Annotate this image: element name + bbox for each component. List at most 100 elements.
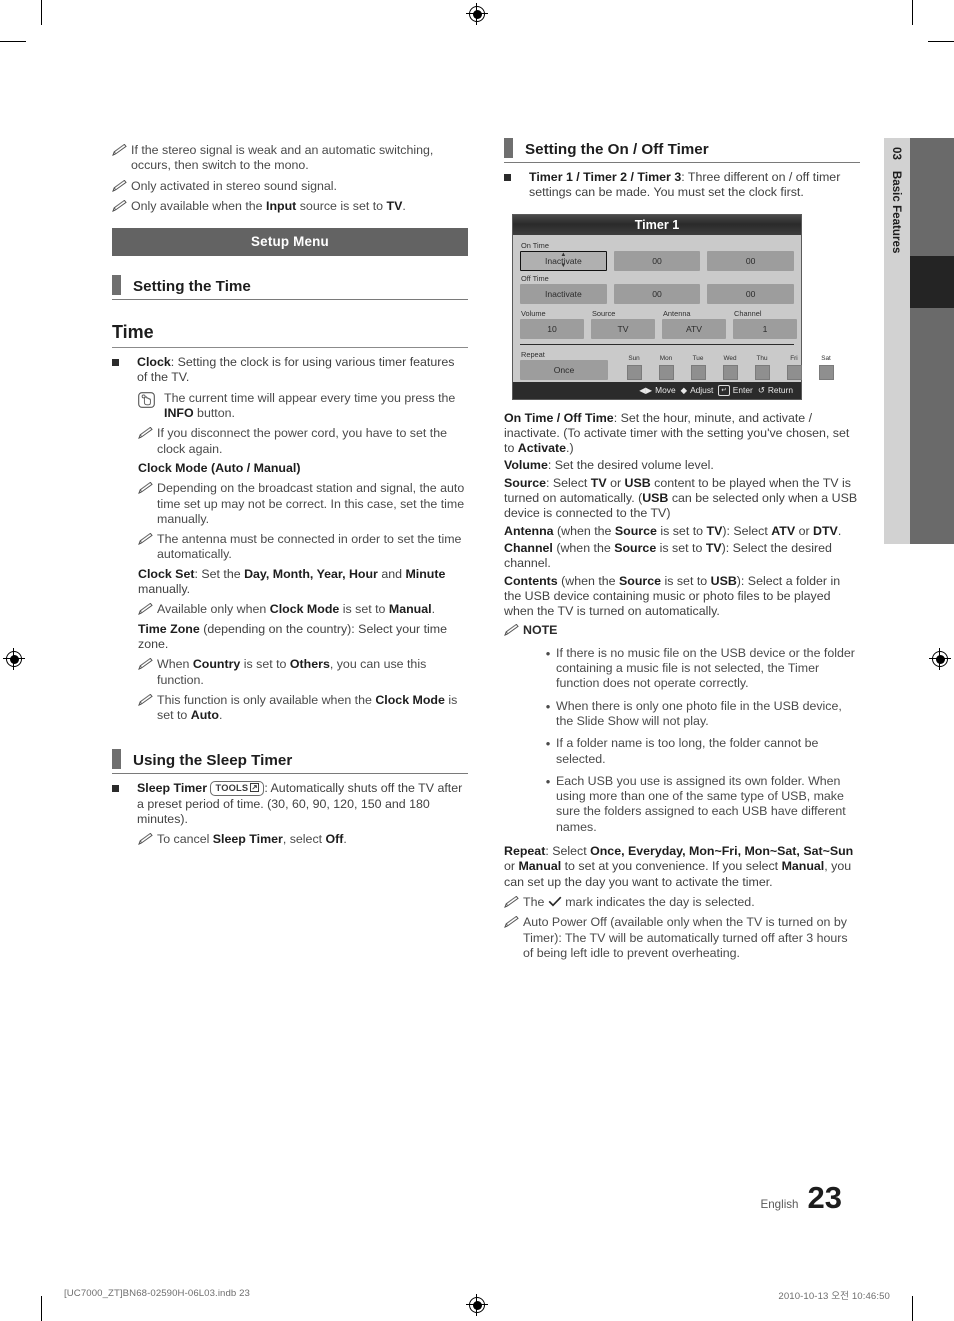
- osd-day-box[interactable]: [626, 364, 642, 380]
- term-antenna: Antenna: [504, 523, 554, 538]
- term-usb: USB: [624, 475, 651, 490]
- tools-key-label: TOOLS: [215, 783, 249, 794]
- pencil-icon: [504, 915, 523, 961]
- note-clock-mode-auto: This function is only available when the…: [138, 693, 468, 724]
- osd-antenna-value[interactable]: ATV: [662, 318, 726, 339]
- osd-day-sun[interactable]: Sun: [622, 355, 646, 380]
- osd-row-off-time: Inactivate 00 00: [520, 283, 795, 304]
- osd-on-time-hour-field[interactable]: 00: [613, 250, 701, 271]
- osd-day-box[interactable]: [818, 364, 834, 380]
- osd-field-source: Source TV: [591, 308, 655, 339]
- bullet-text: Timer 1 / Timer 2 / Timer 3: Three diffe…: [529, 170, 860, 201]
- osd-channel-value[interactable]: 1: [733, 318, 797, 339]
- square-bullet-icon: [112, 781, 137, 827]
- section-rule: [112, 773, 468, 775]
- term-manual: Manual: [781, 859, 825, 874]
- note-text: To cancel Sleep Timer, select Off.: [157, 832, 347, 847]
- term-minute: Minute: [405, 566, 446, 581]
- list-item: • Each USB you use is assigned its own fo…: [540, 774, 860, 835]
- desc-repeat: Repeat: Select Once, Everyday, Mon~Fri, …: [504, 844, 860, 890]
- osd-repeat-value[interactable]: Once: [520, 359, 608, 380]
- text-fragment: .): [566, 441, 574, 456]
- osd-day-sat[interactable]: Sat: [814, 355, 838, 380]
- osd-off-time-mode-field[interactable]: Inactivate: [520, 283, 607, 304]
- osd-volume-value[interactable]: 10: [520, 318, 584, 339]
- text-fragment: : Setting the clock is for using various…: [137, 355, 455, 385]
- osd-quad-row: Volume 10 Source TV Antenna ATV Channel …: [520, 308, 797, 339]
- osd-row-on-time: ▲ Inactivate ▼ 00 00: [520, 250, 794, 271]
- term-tv: TV: [706, 523, 723, 538]
- note-cancel-sleep-timer: To cancel Sleep Timer, select Off.: [138, 832, 468, 847]
- osd-off-time-minute-field[interactable]: 00: [707, 283, 795, 304]
- bullet-dot-icon: •: [545, 645, 551, 661]
- osd-on-time-mode-field[interactable]: ▲ Inactivate ▼: [520, 250, 607, 271]
- osd-day-tue[interactable]: Tue: [686, 355, 710, 380]
- text-fragment: .: [218, 708, 223, 723]
- down-arrow-icon: ▼: [560, 262, 567, 269]
- osd-source-value[interactable]: TV: [591, 318, 655, 339]
- osd-hint-label: Adjust: [690, 385, 714, 396]
- note-heading-row: NOTE: [504, 623, 860, 638]
- osd-day-box[interactable]: [722, 364, 738, 380]
- osd-off-time-hour-field[interactable]: 00: [613, 283, 701, 304]
- osd-day-fri[interactable]: Fri: [782, 355, 806, 380]
- osd-footer-hints: ◀▶ Move ◆ Adjust ↵ Enter ↺ Return: [513, 381, 801, 399]
- osd-day-mon[interactable]: Mon: [654, 355, 678, 380]
- section-heading-on-off-timer: Setting the On / Off Timer: [504, 138, 860, 158]
- osd-day-thu[interactable]: Thu: [750, 355, 774, 380]
- pencil-icon: [138, 832, 157, 847]
- text-fragment: .: [837, 523, 842, 538]
- crop-mark-top-left-v: [41, 0, 43, 25]
- pencil-icon: [504, 895, 523, 910]
- list-item-text: When there is only one photo file in the…: [556, 698, 842, 728]
- text-fragment: Only available when the: [131, 198, 267, 213]
- note-text: Depending on the broadcast station and s…: [157, 481, 465, 526]
- osd-day-box[interactable]: [786, 364, 802, 380]
- text-fragment: : Select: [545, 844, 591, 859]
- left-column: If the stereo signal is weak and an auto…: [112, 138, 468, 852]
- section-heading-using-sleep-timer: Using the Sleep Timer: [112, 749, 468, 770]
- text-fragment: When: [157, 657, 193, 672]
- term-others: Others: [289, 657, 330, 672]
- print-footer-file: [UC7000_ZT]BN68-02590H-06L03.indb 23: [64, 1288, 250, 1299]
- osd-hint-label: Move: [655, 385, 676, 396]
- square-bullet-icon: [504, 170, 529, 201]
- side-tab-text: 03 Basic Features: [884, 138, 910, 544]
- osd-day-box[interactable]: [754, 364, 770, 380]
- chapter-number: 03: [890, 147, 904, 160]
- osd-repeat-row: Repeat Once Sun Mon Tue Wed Thu Fri Sat: [520, 349, 834, 380]
- osd-label-channel: Channel: [734, 308, 762, 318]
- term-source: Source: [614, 523, 657, 538]
- osd-field-antenna: Antenna ATV: [662, 308, 726, 339]
- osd-day-box[interactable]: [690, 364, 706, 380]
- term-clock-set: Clock Set: [138, 566, 195, 581]
- text-fragment: is set to: [240, 657, 290, 672]
- note-list: • If there is no music file on the USB de…: [540, 646, 860, 835]
- setup-menu-banner: Setup Menu: [112, 228, 468, 257]
- section-rule: [112, 299, 468, 301]
- text-fragment: This function is only available when the: [157, 692, 376, 707]
- section-title: Setting the Time: [133, 278, 251, 296]
- print-footer-timestamp: 2010-10-13 오전 10:46:50: [778, 1291, 890, 1302]
- section-rule: [504, 162, 860, 163]
- note-heading-label: NOTE: [523, 623, 558, 638]
- osd-day-label: Sat: [821, 354, 831, 362]
- osd-day-box[interactable]: [658, 364, 674, 380]
- registration-mark-top: [466, 3, 488, 25]
- term-source: Source: [614, 540, 657, 555]
- page-heading-time: Time: [112, 322, 154, 343]
- print-footer: [UC7000_ZT]BN68-02590H-06L03.indb 23 201…: [0, 1288, 954, 1304]
- side-tab-current-chapter-marker: [910, 256, 954, 308]
- osd-on-time-minute-field[interactable]: 00: [707, 250, 794, 271]
- osd-field-channel: Channel 1: [733, 308, 797, 339]
- section-title: Using the Sleep Timer: [133, 752, 293, 770]
- term-activate: Activate: [517, 441, 566, 456]
- osd-day-wed[interactable]: Wed: [718, 355, 742, 380]
- text-bold-tv: TV: [386, 198, 403, 213]
- text-fragment: and: [377, 566, 406, 581]
- note-text: The antenna must be connected in order t…: [157, 532, 462, 562]
- note-antenna-connected: The antenna must be connected in order t…: [138, 532, 468, 563]
- term-date-fields: Day, Month, Year, Hour: [244, 566, 378, 581]
- text-fragment: ): Select: [722, 523, 772, 538]
- osd-label-repeat: Repeat: [521, 349, 545, 359]
